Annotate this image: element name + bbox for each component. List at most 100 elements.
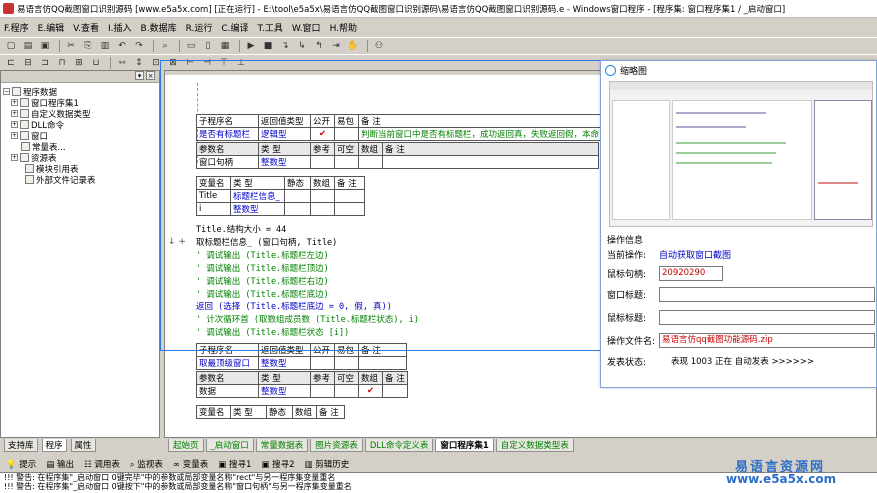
code-line[interactable]: Title.结构大小 = 44 (196, 223, 286, 235)
step-out-icon[interactable]: ↰ (312, 40, 326, 52)
find-icon[interactable]: ⌕ (158, 40, 172, 52)
code-line[interactable]: 返回 (选择 (Title.标题栏底边 = 0, 假, 真)) (196, 300, 392, 312)
tree-item-program-data[interactable]: − 程序数据 (3, 86, 157, 98)
tree-item-window[interactable]: + 窗口 (3, 130, 157, 142)
hand-icon[interactable]: ✋ (346, 40, 360, 52)
step-in-icon[interactable]: ↴ (278, 40, 292, 52)
menu-run[interactable]: R.运行 (186, 21, 213, 34)
tab-output[interactable]: ▤ 输出 (46, 458, 74, 470)
return-type-cell[interactable]: 整数型 (258, 356, 311, 370)
stop-icon[interactable]: ■ (261, 40, 275, 52)
layout-2-icon[interactable]: ▯ (201, 40, 215, 52)
public-check[interactable] (310, 356, 335, 370)
code-line[interactable]: ' 调试输出 (Title.标题栏底边) (196, 288, 329, 300)
space-h-icon[interactable]: ⊠ (166, 57, 180, 69)
tree-item-resources[interactable]: + 资源表 (3, 152, 157, 164)
var-type-cell[interactable]: 整数型 (230, 202, 285, 216)
var-type-cell[interactable]: 标题栏信息_ (230, 189, 285, 203)
run-to-cursor-icon[interactable]: ⇥ (329, 40, 343, 52)
param-remark-cell[interactable] (382, 155, 599, 169)
menu-tools[interactable]: T.工具 (258, 21, 283, 34)
tab-search-1[interactable]: ▣ 搜寻1 (218, 458, 251, 470)
remark-cell[interactable]: 判断当前窗口中是否有标题栏，成功返回真，失败返回假，本命 (357, 127, 603, 141)
tab-image-resources[interactable]: 图片资源表 (310, 438, 363, 452)
tab-module-1[interactable]: 窗口程序集1 (435, 438, 494, 452)
var-remark-cell[interactable] (334, 189, 365, 203)
param-ref-cell[interactable] (310, 384, 335, 398)
expand-icon[interactable]: + (11, 110, 18, 117)
align-right-icon[interactable]: ⊐ (38, 57, 52, 69)
code-line[interactable]: ' 调试输出 (Title.标题栏左边) (196, 249, 329, 261)
expand-icon[interactable]: + (11, 132, 18, 139)
remark-cell[interactable] (358, 356, 407, 370)
tab-dll-commands[interactable]: DLL命令定义表 (364, 438, 434, 452)
tab-clip-history[interactable]: ▥ 剪辑历史 (305, 458, 350, 470)
step-over-icon[interactable]: ↳ (295, 40, 309, 52)
center-v-icon[interactable]: ⊤ (217, 57, 231, 69)
redo-icon[interactable]: ↷ (132, 40, 146, 52)
param-type-cell[interactable]: 整数型 (258, 155, 311, 169)
code-line[interactable]: 取标题栏信息_ (窗口句柄, Title) (196, 236, 337, 248)
layout-3-icon[interactable]: ▦ (218, 40, 232, 52)
tab-variables[interactable]: ∞ 变量表 (173, 458, 208, 470)
expand-icon[interactable]: + (11, 121, 18, 128)
copy-icon[interactable]: ⎘ (81, 40, 95, 52)
var-array-cell[interactable] (310, 202, 335, 216)
code-line[interactable]: ' 计次循环首 (取数组成员数 (Title.标题栏状态), i) (196, 313, 419, 325)
tree-item-constants[interactable]: 常量表... (3, 141, 157, 153)
param-nullable-cell[interactable] (334, 155, 359, 169)
file-name-field[interactable]: 易语言仿qq截图功能源码.zip (659, 333, 875, 348)
tab-hint[interactable]: 💡 提示 (6, 458, 36, 470)
center-h-icon[interactable]: ⊣ (200, 57, 214, 69)
paste-icon[interactable]: ▥ (98, 40, 112, 52)
tab-call-stack[interactable]: ☷ 调用表 (84, 458, 120, 470)
layout-1-icon[interactable]: ▭ (184, 40, 198, 52)
code-line[interactable]: ' 调试输出 (Title.标题栏右边) (196, 275, 329, 287)
var-remark-cell[interactable] (334, 202, 365, 216)
tab-custom-types[interactable]: 自定义数据类型表 (495, 438, 574, 452)
menu-view[interactable]: V.查看 (73, 21, 99, 34)
save-icon[interactable]: ▣ (38, 40, 52, 52)
param-remark-cell[interactable] (382, 384, 408, 398)
menu-insert[interactable]: I.插入 (108, 21, 132, 34)
param-name-cell[interactable]: 数据 (196, 384, 259, 398)
var-name-cell[interactable]: Title (196, 189, 231, 203)
public-check[interactable]: ✔ (310, 127, 335, 141)
tree-item-external-files[interactable]: 外部文件记录表 (3, 174, 157, 186)
table-row[interactable]: 取最顶级窗口 整数型 (196, 356, 407, 370)
param-type-cell[interactable]: 整数型 (258, 384, 311, 398)
table-row[interactable]: Title 标题栏信息_ (196, 189, 365, 203)
align-top-icon[interactable]: ⊓ (55, 57, 69, 69)
param-array-cell[interactable] (358, 155, 383, 169)
table-row[interactable]: 窗口句柄 整数型 (196, 155, 599, 169)
tab-startup-window[interactable]: _启动窗口 (205, 438, 254, 452)
var-static-cell[interactable] (284, 202, 311, 216)
table-row[interactable]: 是否有标题栏 逻辑型 ✔ 判断当前窗口中是否有标题栏，成功返回真，失败返回假，本… (196, 127, 603, 141)
easy-pack-cell[interactable] (334, 356, 359, 370)
menu-database[interactable]: B.数据库 (141, 21, 177, 34)
code-line[interactable]: ' 调试输出 (Title.标题栏顶边) (196, 262, 329, 274)
run-icon[interactable]: ▶ (244, 40, 258, 52)
menu-compile[interactable]: C.编译 (221, 21, 248, 34)
same-size-icon[interactable]: ⊡ (149, 57, 163, 69)
var-static-cell[interactable] (284, 189, 311, 203)
tree-item-module[interactable]: + 窗口程序集1 (3, 97, 157, 109)
tab-support-lib[interactable]: 支持库 (4, 438, 38, 452)
sub-name-cell[interactable]: 取最顶级窗口 (196, 356, 259, 370)
tab-start-page[interactable]: 起始页 (168, 438, 204, 452)
align-middle-icon[interactable]: ⊞ (72, 57, 86, 69)
cut-icon[interactable]: ✂ (64, 40, 78, 52)
align-center-icon[interactable]: ⊟ (21, 57, 35, 69)
var-name-cell[interactable]: i (196, 202, 231, 216)
mouse-title-field[interactable] (659, 310, 875, 325)
tree-item-dll[interactable]: + DLL命令 (3, 119, 157, 131)
menu-help[interactable]: H.帮助 (330, 21, 357, 34)
close-icon[interactable]: × (146, 71, 155, 80)
tab-search-2[interactable]: ▣ 搜寻2 (261, 458, 294, 470)
same-width-icon[interactable]: ⇿ (115, 57, 129, 69)
expand-icon[interactable]: + (11, 154, 18, 161)
tab-program[interactable]: 程序 (41, 438, 67, 452)
tab-constants[interactable]: 常量数据表 (255, 438, 309, 452)
align-bottom-icon[interactable]: ⊔ (89, 57, 103, 69)
thumbnail-window[interactable]: 缩略图 操作信息 当前操作: 自动获取窗口截图 鼠标句柄: 20920290 窗… (600, 60, 877, 388)
